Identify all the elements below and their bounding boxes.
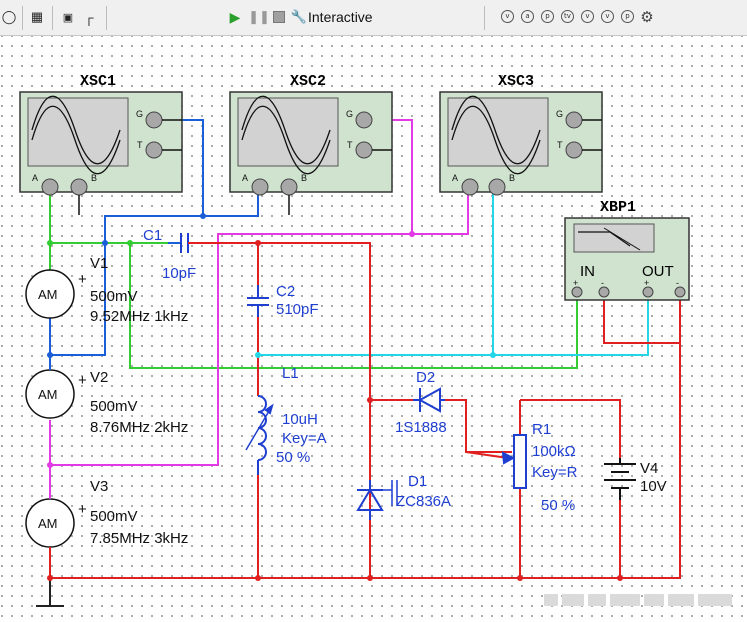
capacitor-c1[interactable] (168, 233, 200, 253)
reference-probe-icon[interactable]: v (581, 10, 594, 23)
v2-frequency: 8.76MHz 2kHz (90, 419, 188, 436)
varactor-diode-d1[interactable] (356, 480, 398, 520)
toolbar-separator (52, 6, 53, 30)
v3-am-symbol: AM (38, 516, 58, 531)
l1-key: Key=A (282, 430, 327, 447)
v1-amplitude: 500mV (90, 288, 138, 305)
r1-value: 100kΩ (532, 443, 576, 460)
battery-v4[interactable] (604, 458, 636, 500)
voltmeter-probe-icon[interactable]: v (501, 10, 514, 23)
schematic-canvas[interactable]: XSC1 XSC2 XSC3 G T A B G T A B G T A B X… (0, 36, 747, 622)
c1-value: 10pF (162, 265, 196, 282)
d2-name: D2 (416, 369, 435, 386)
probe-icon[interactable]: ┌ (82, 6, 96, 28)
svg-text:-: - (676, 278, 679, 288)
xsc3-a: A (452, 173, 458, 183)
svg-text:+: + (644, 278, 649, 288)
v3-name: V3 (90, 478, 108, 495)
xsc1-g: G (136, 109, 143, 119)
v3-plus: + (78, 501, 87, 518)
inductor-l1[interactable] (245, 388, 274, 475)
v1-frequency: 9.52MHz 1kHz (90, 308, 188, 325)
d1-value: ZC836A (396, 493, 451, 510)
r1-name: R1 (532, 421, 551, 438)
simulation-toolbar: ◯ ▦ ▣ ┌ ▶ ❚❚ 🔧 Interactive v a p tv v v … (0, 0, 747, 36)
simulate-mode-label[interactable]: Interactive (308, 6, 373, 28)
xbp1-label: XBP1 (600, 199, 636, 216)
v3-frequency: 7.85MHz 3kHz (90, 530, 188, 547)
l1-name: L1 (282, 365, 299, 382)
oscilloscope-xsc1[interactable] (19, 91, 183, 215)
toolbar-separator (22, 6, 23, 30)
simulate-mode-text: Interactive (308, 9, 373, 25)
junction-dots (47, 213, 623, 581)
r1-percent: 50 % (541, 497, 575, 514)
xsc2-label: XSC2 (290, 73, 326, 90)
toolbar-separator (106, 6, 107, 30)
potentiometer-r1[interactable] (465, 434, 527, 489)
diode-d2[interactable] (413, 387, 445, 413)
bode-plotter-xbp1[interactable] (564, 217, 690, 301)
settings-gear-icon[interactable]: ⚙ (639, 6, 655, 28)
xsc2-g: G (346, 109, 353, 119)
capacitor-c2[interactable] (247, 285, 269, 317)
run-icon[interactable]: ▶ (228, 6, 242, 28)
v1-am-symbol: AM (38, 287, 58, 302)
d1-name: D1 (408, 473, 427, 490)
xsc2-b: B (301, 173, 307, 183)
v2-plus: + (78, 372, 87, 389)
pause-icon[interactable]: ❚❚ (248, 6, 270, 28)
l1-percent: 50 % (276, 449, 310, 466)
v4-value: 10V (640, 478, 667, 495)
v3-amplitude: 500mV (90, 508, 138, 525)
circuit-schematic: XSC1 XSC2 XSC3 G T A B G T A B G T A B X… (19, 73, 690, 607)
current-probe-icon[interactable]: p (621, 10, 634, 23)
xsc1-label: XSC1 (80, 73, 116, 90)
l1-value: 10uH (282, 411, 318, 428)
xsc3-g: G (556, 109, 563, 119)
r1-key: Key=R (532, 464, 578, 481)
oscilloscope-xsc2[interactable] (229, 91, 393, 215)
oscilloscope-xsc3[interactable] (439, 91, 603, 196)
bode-in-label: IN (580, 263, 595, 280)
c2-name: C2 (276, 283, 295, 300)
differential-probe-icon[interactable]: tv (561, 10, 574, 23)
xsc2-t: T (347, 140, 353, 150)
power-probe-icon[interactable]: p (541, 10, 554, 23)
xsc1-a: A (32, 173, 38, 183)
component-icon[interactable]: ▦ (30, 6, 44, 28)
circle-icon[interactable]: ◯ (2, 6, 17, 28)
svg-text:+: + (573, 278, 578, 288)
d2-value: 1S1888 (395, 419, 447, 436)
v1-plus: + (78, 271, 87, 288)
xsc1-t: T (137, 140, 143, 150)
xsc3-b: B (509, 173, 515, 183)
wrench-icon[interactable]: 🔧 (291, 6, 307, 28)
v4-name: V4 (640, 460, 658, 477)
v1-name: V1 (90, 255, 108, 272)
subcircuit-icon[interactable]: ▣ (60, 6, 76, 28)
digital-probe-icon[interactable]: v (601, 10, 614, 23)
xsc3-t: T (557, 140, 563, 150)
xsc2-a: A (242, 173, 248, 183)
ground-wire[interactable] (36, 578, 64, 607)
c2-value: 510pF (276, 301, 319, 318)
svg-text:-: - (601, 278, 604, 288)
v2-amplitude: 500mV (90, 398, 138, 415)
v2-am-symbol: AM (38, 387, 58, 402)
toolbar-separator (484, 6, 485, 30)
c1-name: C1 (143, 227, 162, 244)
xsc3-label: XSC3 (498, 73, 534, 90)
v2-name: V2 (90, 369, 108, 386)
stop-icon[interactable] (272, 6, 286, 28)
watermark-blur (544, 594, 734, 610)
ammeter-probe-icon[interactable]: a (521, 10, 534, 23)
xsc1-b: B (91, 173, 97, 183)
